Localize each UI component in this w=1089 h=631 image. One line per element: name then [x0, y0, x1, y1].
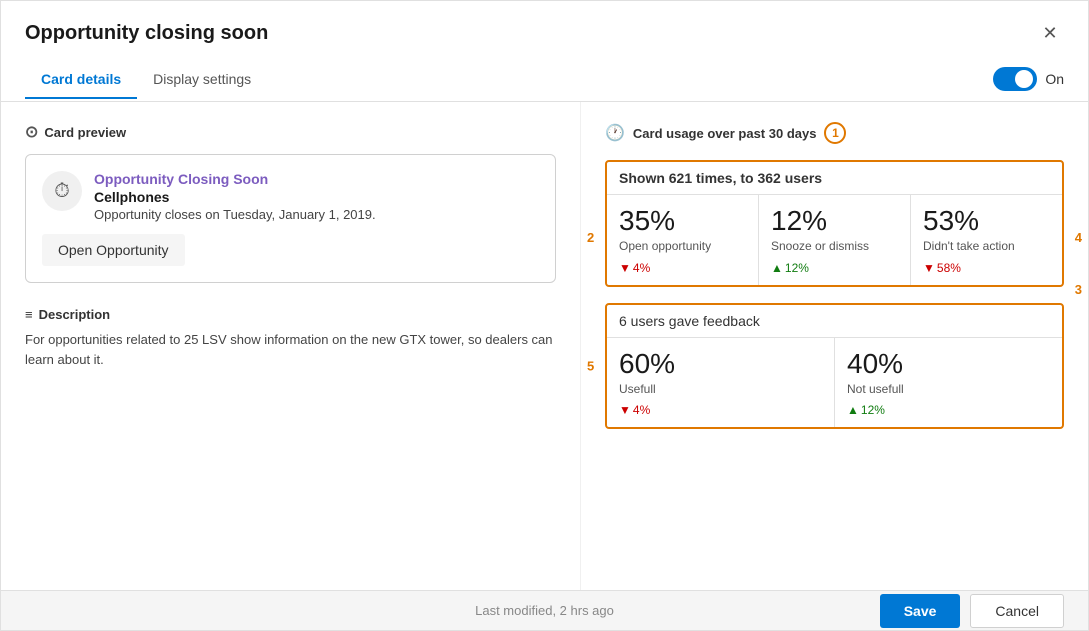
card-preview-section: ⊙ Card preview ⏱ Opportunity Closing Soo… — [25, 122, 556, 283]
feedback-cell-not-useful: 40% Not usefull ▲ 12% — [835, 338, 1062, 428]
right-panel-inner: 🕐 Card usage over past 30 days 1 Shown 6… — [605, 122, 1064, 429]
tab-list: Card details Display settings — [25, 61, 267, 98]
dialog-title: Opportunity closing soon — [25, 22, 268, 45]
card-opportunity-title: Opportunity Closing Soon — [94, 171, 376, 187]
dialog-header: Opportunity closing soon ✕ — [1, 1, 1088, 57]
annotation-5: 5 — [587, 358, 594, 373]
annotation-4: 4 — [1075, 230, 1082, 245]
tab-right-controls: On — [993, 57, 1064, 101]
description-text: For opportunities related to 25 LSV show… — [25, 330, 556, 369]
annotation-2: 2 — [587, 230, 594, 245]
stats-top-box: Shown 621 times, to 362 users 35% Open o… — [605, 160, 1064, 287]
delta-up-icon-not-useful: ▲ — [847, 403, 859, 417]
description-title: ≡ Description — [25, 307, 556, 322]
usage-annotation-1: 1 — [824, 122, 846, 144]
toggle-switch[interactable] — [993, 67, 1037, 91]
delta-up-icon-snooze: ▲ — [771, 261, 783, 275]
toggle-wrap: On — [993, 67, 1064, 91]
delta-down-icon-useful: ▼ — [619, 403, 631, 417]
stat-label-no-action: Didn't take action — [923, 239, 1050, 255]
dialog: Opportunity closing soon ✕ Card details … — [0, 0, 1089, 631]
stats-container: Shown 621 times, to 362 users 35% Open o… — [605, 160, 1064, 287]
stat-pct-open: 35% — [619, 205, 746, 237]
description-section: ≡ Description For opportunities related … — [25, 307, 556, 369]
feedback-header: 6 users gave feedback — [607, 305, 1062, 338]
feedback-delta-not-useful: ▲ 12% — [847, 403, 1050, 417]
stat-label-snooze: Snooze or dismiss — [771, 239, 898, 255]
usage-header: 🕐 Card usage over past 30 days 1 — [605, 122, 1064, 144]
stat-pct-no-action: 53% — [923, 205, 1050, 237]
right-panel: 🕐 Card usage over past 30 days 1 Shown 6… — [581, 102, 1088, 590]
card-text: Opportunity Closing Soon Cellphones Oppo… — [94, 171, 376, 222]
feedback-label-useful: Usefull — [619, 382, 822, 398]
timer-icon: ⏱ — [54, 180, 70, 203]
dialog-footer: Last modified, 2 hrs ago Save Cancel — [1, 590, 1088, 630]
stat-cell-open: 35% Open opportunity ▼ 4% — [607, 195, 759, 285]
shown-row: Shown 621 times, to 362 users — [607, 162, 1062, 195]
footer-actions: Save Cancel — [880, 594, 1064, 628]
stat-label-open: Open opportunity — [619, 239, 746, 255]
delta-down-icon-no-action: ▼ — [923, 261, 935, 275]
cancel-button[interactable]: Cancel — [970, 594, 1064, 628]
stat-pct-snooze: 12% — [771, 205, 898, 237]
description-icon: ≡ — [25, 307, 33, 322]
feedback-cells: 60% Usefull ▼ 4% 40% Not usefull — [607, 338, 1062, 428]
stat-delta-snooze: ▲ 12% — [771, 261, 898, 275]
feedback-box: 6 users gave feedback 60% Usefull ▼ 4% — [605, 303, 1064, 430]
feedback-delta-useful: ▼ 4% — [619, 403, 822, 417]
feedback-pct-useful: 60% — [619, 348, 822, 380]
stat-delta-no-action: ▼ 58% — [923, 261, 1050, 275]
tabs-bar: Card details Display settings On — [1, 57, 1088, 102]
close-button[interactable]: ✕ — [1036, 19, 1064, 47]
annotation-3: 3 — [1075, 282, 1082, 297]
tab-display-settings[interactable]: Display settings — [137, 61, 267, 99]
stat-delta-open: ▼ 4% — [619, 261, 746, 275]
usage-chart-icon: 🕐 — [605, 123, 625, 143]
save-button[interactable]: Save — [880, 594, 961, 628]
card-icon-wrap: ⏱ — [42, 171, 82, 211]
card-preview-title: ⊙ Card preview — [25, 122, 556, 142]
tab-card-details[interactable]: Card details — [25, 61, 137, 99]
feedback-pct-not-useful: 40% — [847, 348, 1050, 380]
card-top: ⏱ Opportunity Closing Soon Cellphones Op… — [42, 171, 539, 222]
left-panel: ⊙ Card preview ⏱ Opportunity Closing Soo… — [1, 102, 581, 590]
open-opportunity-button[interactable]: Open Opportunity — [42, 234, 185, 266]
stat-cell-no-action: 53% Didn't take action ▼ 58% — [911, 195, 1062, 285]
feedback-container: 6 users gave feedback 60% Usefull ▼ 4% — [605, 303, 1064, 430]
toggle-label: On — [1045, 71, 1064, 87]
stats-cells: 35% Open opportunity ▼ 4% 12% Snooze — [607, 195, 1062, 285]
feedback-label-not-useful: Not usefull — [847, 382, 1050, 398]
card-subtitle: Cellphones — [94, 189, 376, 205]
feedback-cell-useful: 60% Usefull ▼ 4% — [607, 338, 835, 428]
delta-down-icon-open: ▼ — [619, 261, 631, 275]
toggle-slider — [993, 67, 1037, 91]
stat-cell-snooze: 12% Snooze or dismiss ▲ 12% — [759, 195, 911, 285]
usage-title: Card usage over past 30 days — [633, 126, 817, 141]
preview-icon: ⊙ — [25, 122, 38, 142]
dialog-body: ⊙ Card preview ⏱ Opportunity Closing Soo… — [1, 102, 1088, 590]
card-preview-box: ⏱ Opportunity Closing Soon Cellphones Op… — [25, 154, 556, 283]
card-description: Opportunity closes on Tuesday, January 1… — [94, 207, 376, 222]
